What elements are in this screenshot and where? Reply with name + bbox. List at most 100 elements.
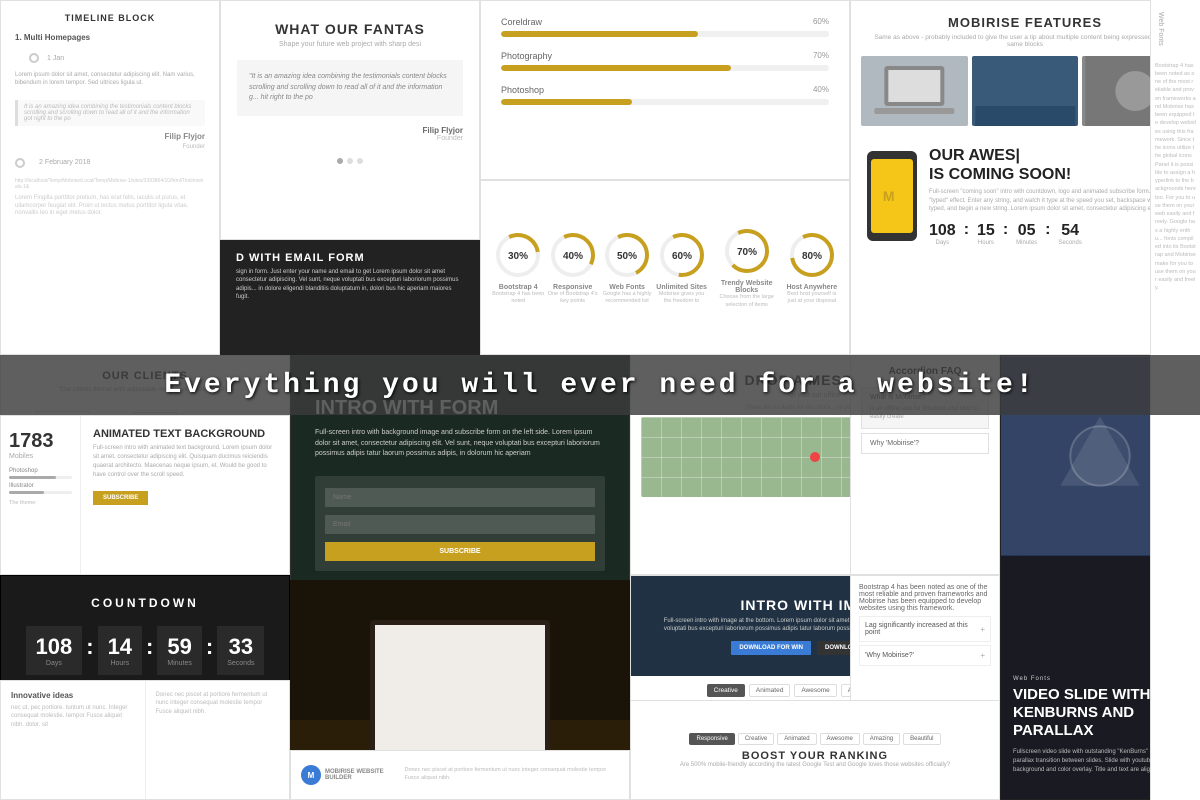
boost-text-2: Are 500% mobile-friendly according the l… [680,762,950,768]
countdown-sep-2: : [1003,221,1008,239]
email-form-title: D WITH EMAIL FORM [236,252,464,264]
circular-stats-panel: 30% Bootstrap 4 Bootstrap 4 has been not… [480,180,850,355]
animated-bg-panel: 1783 Mobiles Photoshop Illustrator The t… [0,415,290,575]
animated-title: ANIMATED TEXT BACKGROUND [93,428,277,440]
faq-expandable-2[interactable]: 'Why Mobirise?' + [859,645,991,666]
countdown-seconds-block: 54 Seconds [1059,222,1082,246]
mobirise-logo-circle: M [301,765,321,785]
skill-pct-photoshop: 40% [813,85,829,99]
features-phone-screen: M ✦ [871,159,913,233]
boost-tab-awesome[interactable]: Awesome [820,733,860,745]
countdown-seconds: 54 [1059,222,1082,240]
stat-unlimited: 60% Unlimited Sites Mobirise gives you t… [654,230,708,305]
stat-label-trendy: Trendy Website Blocks [709,280,785,294]
tab-creative[interactable]: Creative [707,684,745,697]
download-win-button[interactable]: DOWNLOAD FOR WIN [731,641,811,655]
faq-item-2[interactable]: Why 'Mobirise'? [861,433,989,454]
cd-minutes: 59 [167,634,192,660]
tab-animated[interactable]: Animated [749,684,790,697]
skill-bar-bg-photography [501,65,829,71]
tab-awesome[interactable]: Awesome [794,684,836,697]
cd-seconds: 33 [227,634,254,660]
innovative-text-2: Donec nec piscet at portiore fermentum u… [156,691,280,716]
stat-bootstrap: 30% Bootstrap 4 Bootstrap 4 has been not… [491,230,545,305]
countdown-hours-block: 15 Hours [977,222,995,246]
faq-question-2: Why 'Mobirise'? [870,440,980,447]
countdown-hours: 15 [977,222,995,240]
intro-form-submit-button[interactable]: SUBSCRIBE [325,542,595,561]
coming-soon-text: Full-screen "coming soon" intro with cou… [929,188,1183,213]
boost-tab-animated[interactable]: Animated [777,733,816,745]
boost-tab-creative[interactable]: Creative [738,733,774,745]
svg-text:80%: 80% [802,251,822,262]
stat-responsive: 40% Responsive One of Bootstrap 4's key … [545,230,599,305]
stat-webfonts: 50% Web Fonts Google has a highly recomm… [600,230,654,305]
timeline-dot-1 [29,53,39,63]
animated-unit: Mobiles [9,453,72,460]
animated-skill-1-bar [9,476,56,479]
fantasies-subtitle: Shape your future web project with sharp… [221,41,479,48]
features-side-text-1: Bootstrap 4 has been noted as one of the… [859,584,991,612]
fantasies-quote: "It is an amazing idea combining the tes… [237,60,463,116]
cd-sep-1: : [86,634,93,660]
collage-container: TIMELINE BLOCK 1. Multi Homepages 1 Jan … [0,0,1200,800]
features-img-1 [861,56,968,126]
expand-icon-1: + [980,625,985,634]
animated-number: 1783 [9,430,72,453]
boost-tab-responsive[interactable]: Responsive [689,733,734,745]
dot-3[interactable] [357,158,363,164]
features-phone: M ✦ [867,151,917,241]
faq-expandable-1[interactable]: Lag significantly increased at this poin… [859,616,991,642]
cd-seconds-block: 33 Seconds [217,626,264,675]
stat-label-bootstrap: Bootstrap 4 [499,284,538,291]
cd-days-label: Days [36,660,73,667]
cd-hours-block: 14 Hours [98,626,142,675]
countdown-minutes-block: 05 Minutes [1016,222,1037,246]
boost-tab-beautiful[interactable]: Beautiful [903,733,940,745]
skill-photoshop: Photoshop 40% [501,85,829,105]
animated-theme-label: The theme: [9,500,72,506]
skill-bar-fill-photography [501,65,731,71]
timeline-text-1: Lorem ipsum dolor sit amet, consectetur … [15,71,205,88]
cd-sep-2: : [146,634,153,660]
skill-pct-coreldraw: 60% [813,17,829,31]
boost-tab-amazing[interactable]: Amazing [863,733,900,745]
cd-seconds-label: Seconds [227,660,254,667]
skill-pct-photography: 70% [813,51,829,65]
skill-label-photography: Photography [501,51,552,61]
timeline-panel: TIMELINE BLOCK 1. Multi Homepages 1 Jan … [0,0,220,355]
web-fonts-side-text: Bootstrap 4 has been noted as one of the… [1151,58,1200,297]
countdown-hours-label: Hours [977,240,995,246]
stat-host: 80% Host Anywhere Best host yourself is … [785,230,839,305]
cd-hours-label: Hours [108,660,132,667]
faq-expandable-label-1: Lag significantly increased at this poin… [865,622,980,636]
animated-subscribe-button[interactable]: SUBSCRIBE [93,491,148,505]
svg-text:50%: 50% [617,251,637,262]
stat-desc-host: Best host yourself is just at your dispo… [785,291,839,305]
skill-bar-fill-photoshop [501,99,632,105]
countdown-sep-3: : [1045,221,1050,239]
intro-form-form: SUBSCRIBE [315,476,605,571]
intro-form-text: Full-screen intro with background image … [315,428,605,460]
countdown-sep-1: : [964,221,969,239]
features-web-fonts-label: Web Fonts [851,134,1199,142]
stat-label-responsive: Responsive [553,284,592,291]
intro-form-email-input[interactable] [325,515,595,534]
skill-coreldraw: Coreldraw 60% [501,17,829,37]
cd-days: 108 [36,634,73,660]
dot-2[interactable] [347,158,353,164]
map-pin [810,452,820,462]
main-banner: Everything you will ever need for a webs… [0,355,1200,415]
stat-desc-responsive: One of Bootstrap 4's key points [545,291,599,305]
features-img-2 [972,56,1079,126]
intro-form-name-input[interactable] [325,488,595,507]
dot-1[interactable] [337,158,343,164]
stat-desc-unlimited: Mobirise gives you the freedom to [654,291,708,305]
timeline-dot-2 [15,158,25,168]
countdown-title: COUNTDOWN [1,576,289,626]
stat-trendy: 70% Trendy Website Blocks Choose from th… [709,226,785,308]
mobirise-brand-text: MOBIRISE WEBSITE BUILDER [325,769,396,781]
cd-days-block: 108 Days [26,626,83,675]
features-subtitle: Same as above - probably included to giv… [851,34,1199,48]
countdown-days: 108 [929,222,956,240]
